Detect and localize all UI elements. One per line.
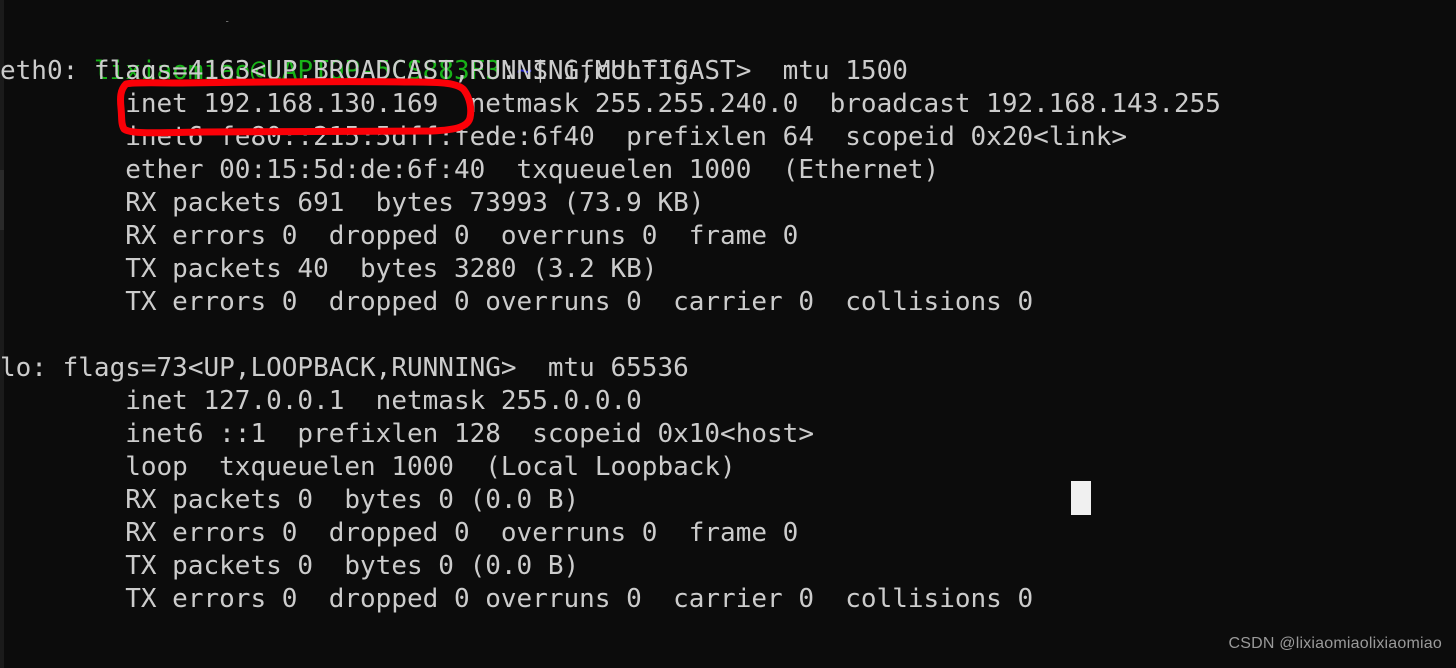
- terminal-window[interactable]: at-container lixiaomiao@LAPTOP-5CS883F3:…: [0, 0, 1456, 668]
- terminal-line: TX errors 0 dropped 0 overruns 0 carrier…: [0, 584, 1034, 614]
- terminal-prompt-line: lixiaomiao@LAPTOP-5CS883F3:~$ ifconfig: [0, 22, 1456, 86]
- terminal-line: inet 127.0.0.1 netmask 255.0.0.0: [0, 386, 642, 416]
- terminal-line: ether 00:15:5d:de:6f:40 txqueuelen 1000 …: [0, 155, 940, 185]
- text-cursor: [1071, 481, 1091, 515]
- terminal-line: RX packets 691 bytes 73993 (73.9 KB): [0, 188, 705, 218]
- terminal-line: TX packets 40 bytes 3280 (3.2 KB): [0, 254, 658, 284]
- terminal-line: lo: flags=73<UP,LOOPBACK,RUNNING> mtu 65…: [0, 353, 689, 383]
- terminal-line: inet6 ::1 prefixlen 128 scopeid 0x10<hos…: [0, 419, 814, 449]
- terminal-line-inet-eth0: inet 192.168.130.169 netmask 255.255.240…: [0, 89, 1221, 119]
- terminal-line: RX errors 0 dropped 0 overruns 0 frame 0: [0, 518, 799, 548]
- terminal-output: at-container lixiaomiao@LAPTOP-5CS883F3:…: [0, 0, 1456, 668]
- csdn-watermark: CSDN @lixiaomiaolixiaomiao: [1228, 635, 1442, 652]
- terminal-line: TX packets 0 bytes 0 (0.0 B): [0, 551, 580, 581]
- terminal-line: inet6 fe80::215:5dff:fede:6f40 prefixlen…: [0, 122, 1128, 152]
- terminal-line: loop txqueuelen 1000 (Local Loopback): [0, 452, 736, 482]
- terminal-line: RX packets 0 bytes 0 (0.0 B): [0, 485, 580, 515]
- terminal-line-partial-top: at-container: [0, 0, 1456, 22]
- terminal-line: eth0: flags=4163<UP,BROADCAST,RUNNING,MU…: [0, 56, 908, 86]
- terminal-line: TX errors 0 dropped 0 overruns 0 carrier…: [0, 287, 1034, 317]
- partial-top-text: at-container: [94, 18, 282, 22]
- terminal-line: RX errors 0 dropped 0 overruns 0 frame 0: [0, 221, 799, 251]
